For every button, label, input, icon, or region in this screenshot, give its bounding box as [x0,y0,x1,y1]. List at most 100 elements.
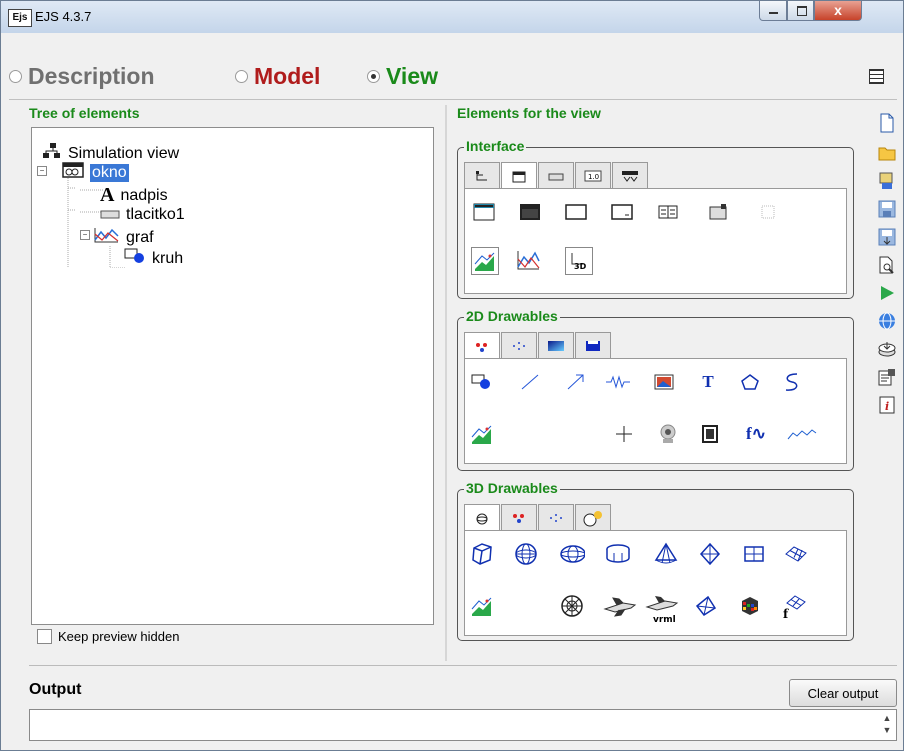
drawing-panel-icon[interactable] [471,247,499,275]
tree-root-icon [42,142,62,165]
arrow-icon[interactable] [563,369,589,395]
trace-icon[interactable] [779,369,805,395]
polygon-icon[interactable] [737,369,763,395]
text-icon-glyph: T [702,372,714,391]
tree-node-label: tlacitko1 [126,206,185,223]
group-title: 3D Drawables [464,480,560,496]
clear-output-button[interactable]: Clear output [789,679,897,707]
mesh-sphere-icon[interactable] [559,593,585,619]
trail-icon[interactable] [785,421,819,447]
cube-icon[interactable] [469,541,495,567]
output-field[interactable]: ▲ ▼ [29,709,897,741]
plane-model-icon[interactable] [603,593,637,619]
collapse-toggle[interactable]: − [80,230,90,240]
function-surface-icon[interactable]: f [781,593,807,619]
rubik-icon[interactable] [737,593,763,619]
plotting-panel-icon[interactable] [469,421,495,447]
cursor-icon[interactable] [611,421,637,447]
close-button[interactable]: x [814,1,862,21]
image-icon[interactable] [651,369,677,395]
scroll-spinner-icon[interactable]: ▲ ▼ [880,712,894,738]
sphere-tab-icon[interactable] [464,504,500,532]
panel-tab-icon[interactable] [575,332,611,359]
camera-light-tab-icon[interactable] [575,504,611,531]
mode-model[interactable]: Model [235,63,320,90]
surface-icon[interactable] [783,541,809,567]
spring-icon[interactable] [605,369,631,395]
3d-panel-icon[interactable]: 3D [565,247,593,275]
split-panel-icon[interactable] [655,199,681,225]
new-icon[interactable] [877,113,897,133]
frame-icon[interactable] [471,199,497,225]
mode-description[interactable]: Description [9,63,155,90]
open-icon[interactable] [877,143,897,163]
tree-node-label: kruh [152,249,184,267]
interface-palette: 3D [464,188,847,294]
shuttle-icon[interactable]: vrml [645,593,679,623]
function-icon[interactable]: f∿ [739,421,773,447]
menu-tab-icon[interactable] [612,162,648,189]
output-title: Output [29,681,82,698]
ejs-window: Ejs EJS 4.3.7 x Description Model View T… [0,0,904,751]
camera-icon[interactable] [655,421,681,447]
panel-icon[interactable] [563,199,589,225]
film-icon[interactable] [697,421,723,447]
search-icon[interactable] [877,171,897,191]
drawables-3d-group: 3D Drawables vrml f [457,480,854,641]
button-tab-icon[interactable] [538,162,574,189]
radio-icon [9,70,22,83]
text-icon[interactable]: T [695,369,721,395]
properties-icon[interactable] [877,367,897,387]
particle-tab-icon[interactable] [501,504,537,531]
svg-text:1.0: 1.0 [588,173,599,181]
cone-icon[interactable] [653,541,679,567]
tree-node-kruh[interactable]: kruh [124,248,183,269]
info-icon[interactable]: i [877,395,897,415]
diamond-icon[interactable] [697,541,723,567]
segment-icon[interactable] [517,369,543,395]
number-field-tab-icon[interactable]: 1.0 [575,162,611,189]
collapse-toggle[interactable]: − [37,166,47,176]
points-tab-icon[interactable] [501,332,537,359]
particle-tab-icon[interactable] [464,332,500,360]
split-divider[interactable] [445,105,447,661]
dialog-icon[interactable] [517,199,543,225]
empty-panel-icon[interactable] [755,199,781,225]
tree-tab-icon[interactable] [464,162,500,189]
drawables-3d-palette: vrml f [464,530,847,636]
cylinder-icon[interactable] [605,541,631,567]
preview-icon[interactable] [877,255,897,275]
ellipsoid-icon[interactable] [559,541,585,567]
minimize-button[interactable] [759,1,787,21]
tree-node-nadpis[interactable]: A nadpis [100,184,168,207]
keep-preview-checkbox[interactable]: Keep preview hidden [37,629,179,644]
options-grid-icon[interactable] [869,69,884,84]
tree-node-tlacitko1[interactable]: tlacitko1 [100,206,185,224]
points-tab-icon[interactable] [538,504,574,531]
scroll-panel-icon[interactable] [609,199,635,225]
tree-node-okno[interactable]: okno [62,162,129,183]
window-tab-icon[interactable] [501,162,537,190]
shape-icon[interactable] [469,369,495,395]
run-icon[interactable] [877,283,897,303]
plotting-panel-icon[interactable] [515,247,541,273]
tabbed-panel-icon[interactable] [705,199,731,225]
plane-icon[interactable] [741,541,767,567]
title-bar[interactable]: Ejs EJS 4.3.7 x [1,1,903,33]
gradient-tab-icon[interactable] [538,332,574,359]
save-as-icon[interactable] [877,227,897,247]
close-icon: x [834,2,842,18]
options-icon[interactable] [877,339,897,359]
tetrahedron-icon[interactable] [693,593,719,619]
mode-view[interactable]: View [367,63,438,90]
help-icon[interactable] [877,311,897,331]
plotting-panel-icon[interactable] [469,593,495,619]
maximize-button[interactable] [787,1,814,21]
tree-node-graf[interactable]: graf [92,226,154,249]
interface-tabs: 1.0 [464,162,649,190]
save-icon[interactable] [877,199,897,219]
output-splitter[interactable] [29,665,897,672]
vrml-label: vrml [653,615,676,623]
element-tree[interactable]: Simulation view − okno A nadpis tlacitko… [31,127,434,625]
sphere-icon[interactable] [513,541,539,567]
